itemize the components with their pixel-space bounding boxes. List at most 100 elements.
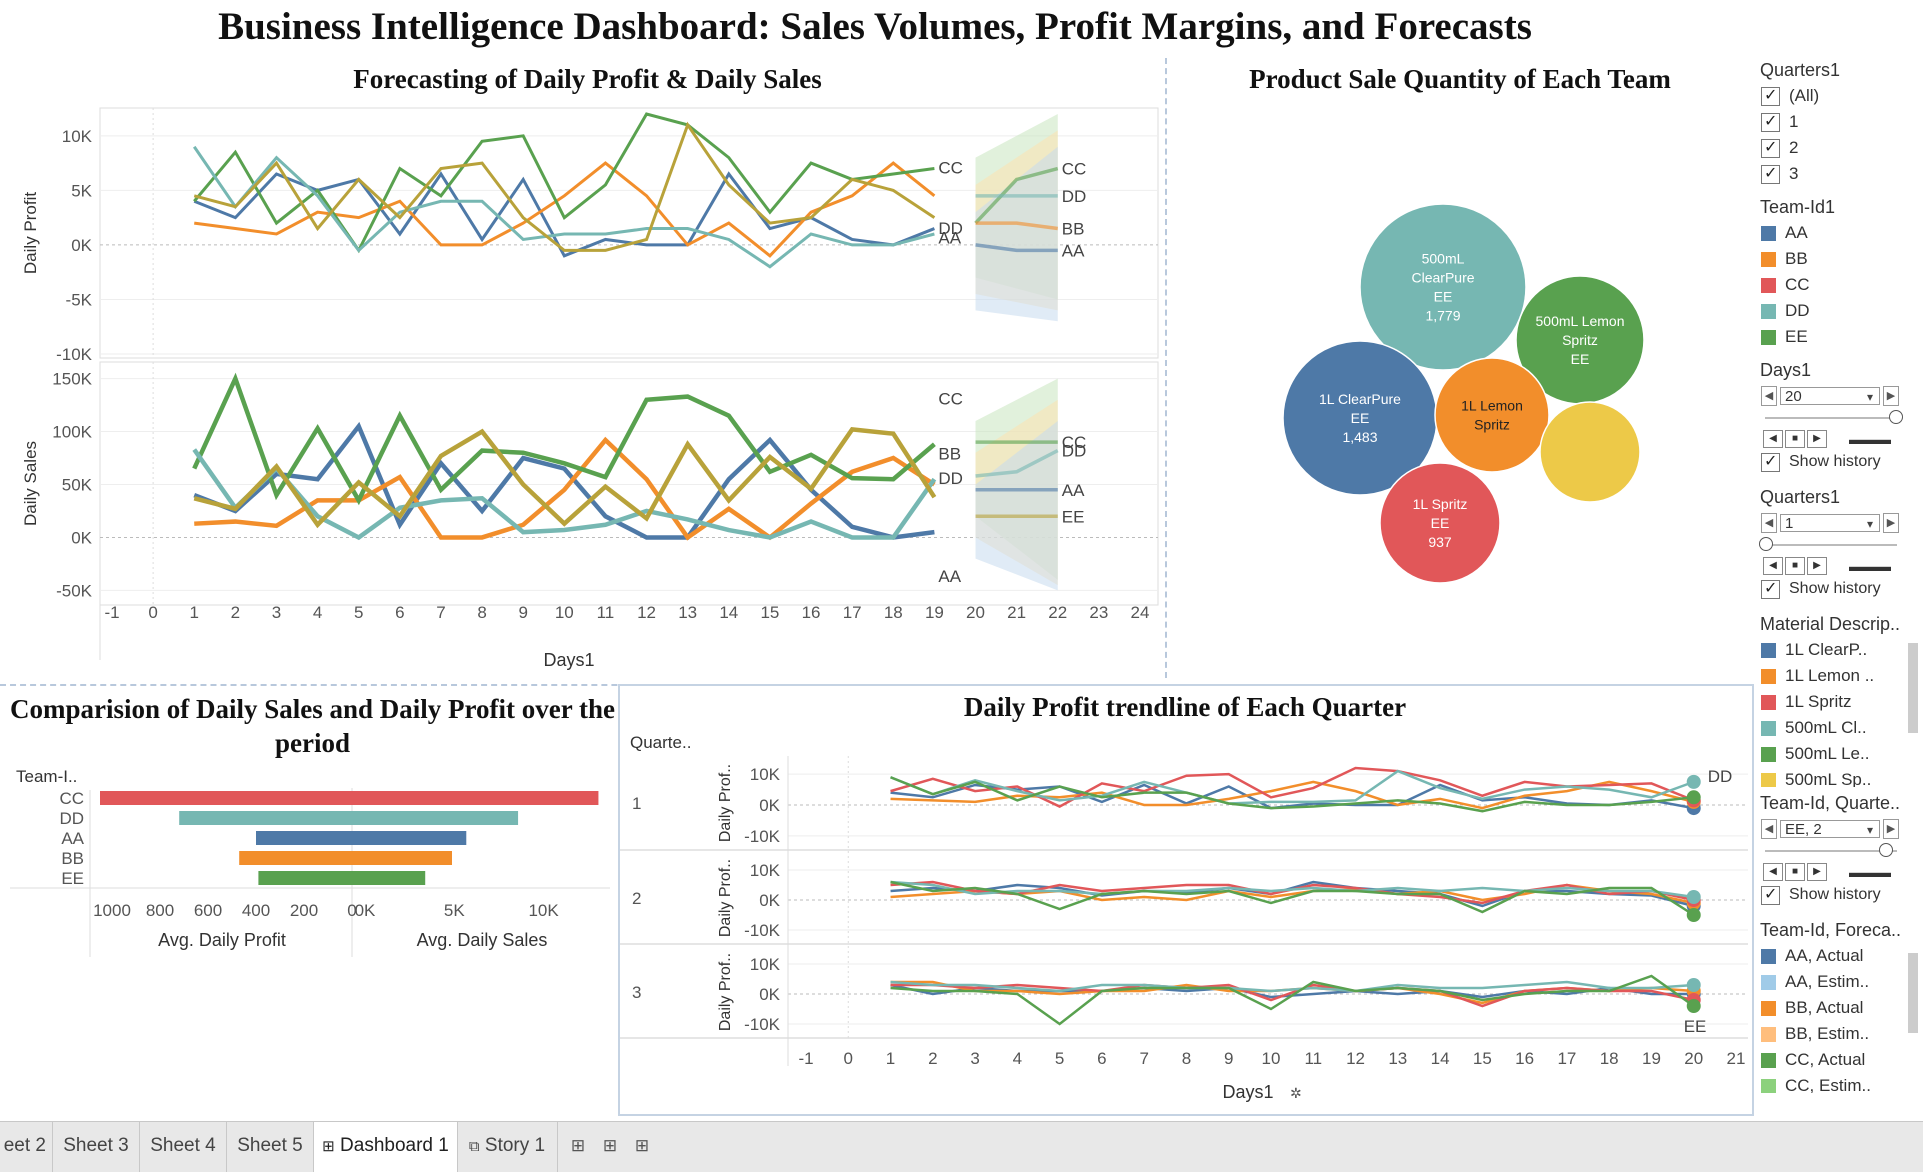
forecast-scrollbar[interactable] — [1908, 953, 1918, 1033]
color-swatch — [1761, 668, 1776, 684]
forecast-legend-item[interactable]: AA, Estim.. — [1761, 969, 1923, 995]
play-back-icon[interactable]: ◀ — [1763, 863, 1783, 881]
new-worksheet-icon[interactable]: ⊞ — [568, 1136, 588, 1156]
material-legend-item[interactable]: 500mL Le.. — [1761, 741, 1923, 767]
team-legend-item[interactable]: DD — [1761, 298, 1923, 324]
stop-icon[interactable]: ■ — [1785, 430, 1805, 448]
legend-label: BB, Actual — [1785, 998, 1864, 1017]
trend-chart[interactable]: Quarte..1 Daily Prof.. 10K0K-10K2 Daily Pro… — [620, 726, 1750, 1114]
stop-icon[interactable]: ■ — [1785, 863, 1805, 881]
tab-sheet-2[interactable]: eet 2 — [0, 1122, 53, 1172]
x-tick-label: 17 — [1557, 1049, 1576, 1068]
forecast-chart[interactable]: 10K5K0K-5K-10KDaily ProfitCCDDAACCDDBBAA… — [0, 100, 1165, 680]
checkbox-icon[interactable] — [1761, 163, 1780, 184]
team-quarter-playback: ◀ ■ ▶ ▬▬▬ — [1763, 862, 1923, 882]
checkbox-icon[interactable] — [1761, 111, 1780, 132]
speed-icon[interactable]: ▬▬▬ — [1849, 558, 1891, 574]
play-back-icon[interactable]: ◀ — [1763, 557, 1783, 575]
bubble-chart[interactable]: 500mL ClearPure EE 1,779 500mL Lemon Spritz EE… — [1170, 190, 1750, 610]
team-legend-item[interactable]: BB — [1761, 246, 1923, 272]
checkbox-icon[interactable] — [1761, 884, 1780, 905]
tab-sheet-5[interactable]: Sheet 5 — [227, 1122, 314, 1172]
y-axis-label: Daily Prof.. — [717, 859, 734, 937]
stop-icon[interactable]: ■ — [1785, 557, 1805, 575]
tab-story-1[interactable]: ⧉ Story 1 — [457, 1122, 558, 1172]
quarter-checkbox-1[interactable]: 1 — [1761, 109, 1923, 135]
quarter-checkbox-2[interactable]: 2 — [1761, 135, 1923, 161]
x-tick-label: 14 — [1431, 1049, 1450, 1068]
next-arrow-icon[interactable]: ▶ — [1883, 386, 1899, 406]
x-tick-label: 11 — [597, 603, 615, 622]
checkbox-icon[interactable] — [1761, 451, 1780, 472]
comparison-chart[interactable]: Team-I..CCDDAABBEE1000 800 600 400 200 00K 5K 1… — [0, 762, 620, 962]
forecast-legend-item[interactable]: CC, Actual — [1761, 1047, 1923, 1073]
color-swatch — [1761, 303, 1776, 319]
forecast-legend-item[interactable]: BB, Actual — [1761, 995, 1923, 1021]
profit-tick-label: 800 — [146, 901, 174, 920]
y-tick-label: 0K — [759, 796, 780, 815]
slider-knob[interactable] — [1759, 537, 1773, 551]
forecast-legend-item[interactable]: AA, Actual — [1761, 943, 1923, 969]
play-icon[interactable]: ▶ — [1807, 557, 1827, 575]
play-back-icon[interactable]: ◀ — [1763, 430, 1783, 448]
material-legend-item[interactable]: 1L Spritz — [1761, 689, 1923, 715]
slider-knob[interactable] — [1889, 410, 1903, 424]
legend-label: 1L Lemon .. — [1785, 666, 1875, 685]
show-history-team-quarter[interactable]: Show history — [1761, 882, 1923, 908]
show-history-quarters[interactable]: Show history — [1761, 576, 1923, 602]
material-legend-item[interactable]: 500mL Cl.. — [1761, 715, 1923, 741]
checkbox-icon[interactable] — [1761, 137, 1780, 158]
tab-sheet-4[interactable]: Sheet 4 — [140, 1122, 227, 1172]
days-slider[interactable] — [1765, 410, 1903, 424]
legend-label: BB, Estim.. — [1785, 1024, 1870, 1043]
color-swatch — [1761, 277, 1776, 293]
team-quarter-slider[interactable] — [1765, 843, 1897, 857]
days-page-control: ◀ 20 ▶ — [1761, 385, 1923, 407]
quarter-checkbox-all[interactable]: (All) — [1761, 83, 1923, 109]
quarter-checkbox-3[interactable]: 3 — [1761, 161, 1923, 187]
forecast-legend-item[interactable]: BB, Estim.. — [1761, 1021, 1923, 1047]
x-tick-label: 5 — [1055, 1049, 1064, 1068]
play-icon[interactable]: ▶ — [1807, 863, 1827, 881]
quarters-dropdown[interactable]: 1 — [1780, 514, 1880, 533]
material-legend-item[interactable]: 1L ClearP.. — [1761, 637, 1923, 663]
forecast-end-label: CC — [1062, 160, 1087, 179]
x-tick-label: 2 — [231, 603, 240, 622]
forecast-legend-item[interactable]: CC, Estim.. — [1761, 1073, 1923, 1093]
x-tick-label: 20 — [1684, 1049, 1703, 1068]
next-arrow-icon[interactable]: ▶ — [1883, 513, 1899, 533]
team-legend-item[interactable]: CC — [1761, 272, 1923, 298]
slider-knob[interactable] — [1879, 843, 1893, 857]
show-history-days[interactable]: Show history — [1761, 449, 1923, 475]
prev-arrow-icon[interactable]: ◀ — [1761, 386, 1777, 406]
material-legend-item[interactable]: 500mL Sp.. — [1761, 767, 1923, 787]
material-scrollbar[interactable] — [1908, 643, 1918, 733]
legend-label: 1L Spritz — [1785, 692, 1852, 711]
prev-arrow-icon[interactable]: ◀ — [1761, 819, 1777, 839]
next-arrow-icon[interactable]: ▶ — [1883, 819, 1899, 839]
days-dropdown[interactable]: 20 — [1780, 387, 1880, 406]
x-tick-label: 24 — [1131, 603, 1150, 622]
speed-icon[interactable]: ▬▬▬ — [1849, 864, 1891, 880]
checkbox-icon[interactable] — [1761, 578, 1780, 599]
sales-bar — [352, 851, 452, 865]
speed-icon[interactable]: ▬▬▬ — [1849, 431, 1891, 447]
new-dashboard-icon[interactable]: ⊞ — [600, 1136, 620, 1156]
team-quarter-dropdown[interactable]: EE, 2 — [1780, 820, 1880, 839]
play-icon[interactable]: ▶ — [1807, 430, 1827, 448]
x-tick-label: 10 — [1262, 1049, 1281, 1068]
checkbox-icon[interactable] — [1761, 85, 1780, 106]
team-legend-item[interactable]: EE — [1761, 324, 1923, 350]
end-label: DD — [1708, 767, 1733, 786]
tab-sheet-3[interactable]: Sheet 3 — [53, 1122, 140, 1172]
x-tick-label: 18 — [884, 603, 903, 622]
team-legend-item[interactable]: AA — [1761, 220, 1923, 246]
quarters-slider[interactable] — [1759, 537, 1897, 551]
prev-arrow-icon[interactable]: ◀ — [1761, 513, 1777, 533]
bubble-label: 1L Lemon — [1461, 398, 1523, 414]
material-legend-item[interactable]: 1L Lemon .. — [1761, 663, 1923, 689]
new-story-icon[interactable]: ⊞ — [632, 1136, 652, 1156]
tab-dashboard-1[interactable]: ⊞ Dashboard 1 — [313, 1122, 458, 1172]
x-tick-label: 15 — [1473, 1049, 1492, 1068]
dashboard-grid-icon: ⊞ — [322, 1138, 335, 1155]
